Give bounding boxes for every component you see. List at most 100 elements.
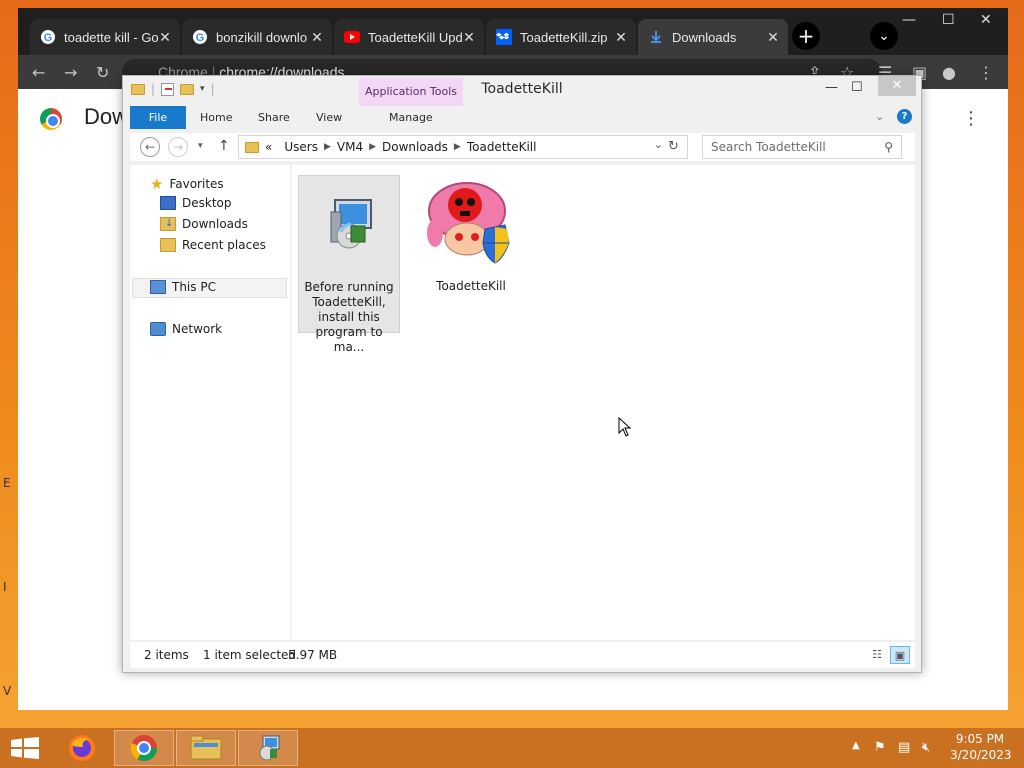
file-list: Before running ToadetteKill, install thi… [292,165,915,640]
tab-manage[interactable]: Manage [389,106,433,129]
firefox-taskbar-icon[interactable] [52,730,112,766]
close-tab-icon[interactable]: ✕ [310,29,324,46]
desktop-icon [160,196,176,210]
new-tab-button[interactable]: + [792,22,820,50]
back-icon[interactable]: ← [32,63,45,82]
tab-search-button[interactable]: ⌄ [870,22,898,50]
start-button-icon[interactable] [11,737,39,762]
volume-muted-icon[interactable]: 🔇︎ [922,740,930,755]
details-view-icon[interactable]: ☷ [867,646,887,664]
up-icon[interactable]: ↑ [218,138,230,154]
nav-label: Network [172,322,223,336]
tab-title: Downloads [672,29,737,45]
close-icon[interactable]: ✕ [878,76,916,96]
tab-view[interactable]: View [316,106,342,129]
computer-icon [150,280,166,294]
clock-date: 3/20/2023 [950,748,1012,762]
youtube-icon [344,29,360,45]
large-icons-view-icon[interactable]: ▣ [890,646,910,664]
back-button[interactable]: ← [140,137,160,157]
maximize-icon[interactable]: ☐ [851,80,863,95]
breadcrumb-downloads[interactable]: Downloads [382,140,448,154]
chrome-logo-icon [40,108,62,130]
chevron-right-icon[interactable]: ▶ [369,142,376,152]
item-count: 2 items [144,648,189,662]
installer-taskbar-icon[interactable] [238,730,298,766]
installer-icon [301,178,397,274]
navigation-pane: ★ Favorites Desktop ↓ Downloads Recent p… [130,165,290,640]
close-window-icon[interactable]: ✕ [980,12,992,28]
address-box[interactable]: « Users ▶ VM4 ▶ Downloads ▶ ToadetteKill… [238,135,688,159]
toadette-skull-icon [423,177,519,273]
nav-desktop[interactable]: Desktop [160,196,232,210]
menu-icon[interactable]: ⋮ [978,63,994,82]
more-options-icon[interactable]: ⋮ [962,108,980,129]
system-clock[interactable]: 9:05 PM 3/20/2023 [950,731,1012,763]
breadcrumb-users[interactable]: Users [284,140,318,154]
address-dropdown-icon[interactable]: ⌄ [654,138,663,151]
search-input[interactable]: Search ToadetteKill ⚲ [702,135,902,159]
google-icon: G [40,29,56,45]
nav-favorites[interactable]: ★ Favorites [150,175,224,193]
nav-network[interactable]: Network [150,322,222,336]
file-explorer-taskbar-icon[interactable] [176,730,236,766]
selection-size: 5.97 MB [288,648,338,662]
recent-places-icon [160,238,176,252]
browser-tab-1[interactable]: G bonzikill downlo ✕ [182,19,332,55]
chevron-right-icon[interactable]: ▶ [454,142,461,152]
clock-time: 9:05 PM [955,732,1005,746]
nav-downloads[interactable]: ↓ Downloads [160,217,248,231]
chrome-taskbar-icon[interactable] [114,730,174,766]
breadcrumb-toadettekill[interactable]: ToadetteKill [467,140,537,154]
minimize-icon[interactable]: — [825,80,838,95]
dropbox-icon [496,29,512,45]
recent-locations-icon[interactable]: ▾ [198,141,203,151]
tab-share[interactable]: Share [258,106,290,129]
downloads-folder-icon: ↓ [160,217,176,231]
refresh-icon[interactable]: ↻ [668,139,679,154]
file-item-toadettekill[interactable]: ToadetteKill [420,175,522,333]
profile-avatar-icon[interactable]: ● [942,63,956,82]
breadcrumb-overflow[interactable]: « [265,140,272,154]
chevron-right-icon[interactable]: ▶ [324,142,331,152]
close-tab-icon[interactable]: ✕ [614,29,628,46]
tab-strip: G toadette kill - Go ✕ G bonzikill downl… [18,8,1008,55]
taskbar: ▲ ⚑ ▤ 🔇︎ 9:05 PM 3/20/2023 [0,728,1024,768]
expand-ribbon-icon[interactable]: ⌄ [875,110,884,123]
breadcrumb-vm4[interactable]: VM4 [337,140,363,154]
tab-title: ToadetteKill Upd [368,29,462,45]
browser-tab-0[interactable]: G toadette kill - Go ✕ [30,19,180,55]
desktop-text-fragment: E [3,476,11,490]
reload-icon[interactable]: ↻ [96,63,109,82]
desktop-text-fragment: I [3,580,7,594]
help-icon[interactable]: ? [897,109,912,124]
file-name-line: ToadetteKill, [312,295,386,309]
close-tab-icon[interactable]: ✕ [158,29,172,46]
tab-file[interactable]: File [130,106,186,129]
action-center-flag-icon[interactable]: ⚑ [874,740,886,755]
close-tab-icon[interactable]: ✕ [766,29,780,46]
status-bar: 2 items 1 item selected 5.97 MB ☷ ▣ [130,642,915,668]
minimize-icon[interactable]: — [902,12,916,28]
nav-this-pc[interactable]: This PC [150,280,216,294]
tab-title: toadette kill - Go [64,29,158,45]
tab-title: bonzikill downlo [216,29,308,45]
browser-tab-2[interactable]: ToadetteKill Upd ✕ [334,19,484,55]
browser-tab-3[interactable]: ToadetteKill.zip ✕ [486,19,636,55]
tab-home[interactable]: Home [200,106,232,129]
download-icon [648,29,664,45]
nav-label: Recent places [182,238,266,252]
forward-icon[interactable]: → [64,63,77,82]
nav-recent-places[interactable]: Recent places [160,238,266,252]
mouse-cursor-icon [618,416,632,440]
maximize-icon[interactable]: ☐ [942,12,955,28]
forward-button[interactable]: → [168,137,188,157]
close-tab-icon[interactable]: ✕ [462,29,476,46]
browser-tab-4[interactable]: Downloads ✕ [638,19,788,55]
search-icon[interactable]: ⚲ [884,136,893,158]
show-hidden-icons-icon[interactable]: ▲ [852,740,860,751]
tab-title: ToadetteKill.zip [520,29,608,45]
network-tray-icon[interactable]: ▤ [898,740,910,755]
file-item-installer[interactable]: Before running ToadetteKill, install thi… [298,175,400,354]
folder-icon [245,141,259,153]
